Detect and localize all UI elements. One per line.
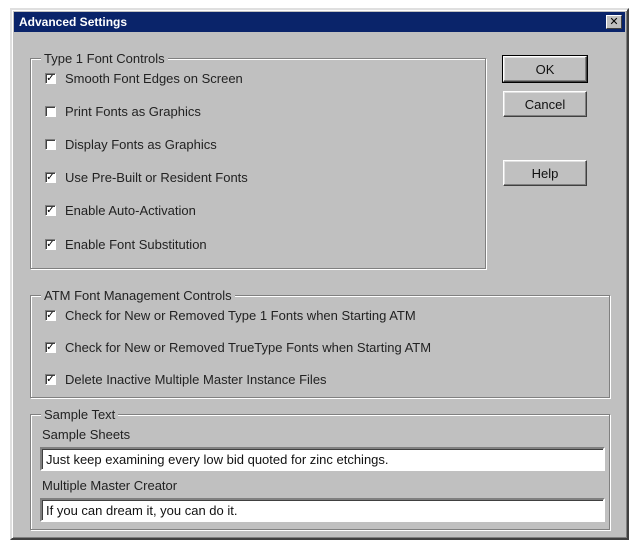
option-use-pre-built-fonts[interactable]: ✓ Use Pre-Built or Resident Fonts — [45, 168, 248, 186]
checkbox[interactable]: ✓ — [45, 238, 56, 250]
type1-font-controls-group: Type 1 Font Controls ✓ Smooth Font Edges… — [30, 51, 486, 269]
sample-group-title: Sample Text — [41, 407, 119, 422]
option-print-fonts-as-graphics[interactable]: Print Fonts as Graphics — [45, 102, 201, 120]
title-bar: Advanced Settings ✕ — [14, 12, 625, 32]
checkbox[interactable]: ✓ — [45, 341, 56, 353]
checkbox[interactable]: ✓ — [45, 309, 56, 321]
ok-button[interactable]: OK — [502, 55, 588, 83]
help-button[interactable]: Help — [503, 160, 587, 186]
type1-group-title: Type 1 Font Controls — [41, 51, 168, 66]
dialog-title: Advanced Settings — [19, 15, 128, 29]
checkbox[interactable]: ✓ — [45, 171, 56, 183]
sample-sheets-label: Sample Sheets — [42, 427, 131, 442]
multiple-master-creator-label: Multiple Master Creator — [42, 478, 178, 493]
atm-group-title: ATM Font Management Controls — [41, 288, 235, 303]
option-check-truetype-fonts[interactable]: ✓ Check for New or Removed TrueType Font… — [45, 338, 431, 356]
checkbox[interactable]: ✓ — [45, 373, 56, 385]
option-delete-inactive-mm-files[interactable]: ✓ Delete Inactive Multiple Master Instan… — [45, 370, 327, 388]
sample-sheets-input[interactable]: Just keep examining every low bid quoted… — [40, 447, 605, 471]
checkbox[interactable] — [45, 105, 56, 117]
checkbox[interactable] — [45, 138, 56, 150]
checkbox[interactable]: ✓ — [45, 72, 56, 84]
option-display-fonts-as-graphics[interactable]: Display Fonts as Graphics — [45, 135, 217, 153]
atm-font-management-group: ATM Font Management Controls ✓ Check for… — [30, 288, 610, 398]
option-check-type1-fonts[interactable]: ✓ Check for New or Removed Type 1 Fonts … — [45, 306, 416, 324]
option-smooth-font-edges[interactable]: ✓ Smooth Font Edges on Screen — [45, 69, 243, 87]
advanced-settings-dialog: Advanced Settings ✕ Type 1 Font Controls… — [10, 8, 629, 540]
close-icon: ✕ — [609, 15, 619, 28]
option-enable-auto-activation[interactable]: ✓ Enable Auto-Activation — [45, 201, 196, 219]
checkbox[interactable]: ✓ — [45, 204, 56, 216]
multiple-master-creator-input[interactable]: If you can dream it, you can do it. — [40, 498, 605, 522]
cancel-button[interactable]: Cancel — [503, 91, 587, 117]
option-enable-font-substitution[interactable]: ✓ Enable Font Substitution — [45, 235, 207, 253]
close-button[interactable]: ✕ — [606, 15, 622, 29]
